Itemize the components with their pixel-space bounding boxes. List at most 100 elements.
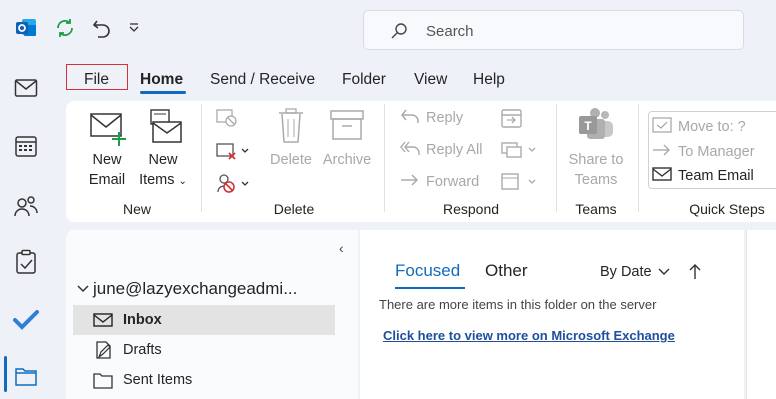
account-name: june@lazyexchangeadmi... <box>93 279 298 298</box>
reply-all-icon <box>400 140 420 160</box>
tab-other[interactable]: Other <box>485 261 528 281</box>
forward-label: Forward <box>426 174 480 190</box>
undo-icon[interactable] <box>89 15 115 41</box>
sync-icon[interactable] <box>52 15 78 41</box>
forward-icon <box>400 172 420 192</box>
folder-drafts[interactable]: Drafts <box>73 335 335 365</box>
drafts-icon <box>93 340 115 360</box>
tab-folder[interactable]: Folder <box>342 70 386 90</box>
team-email-label: Team Email <box>678 168 754 184</box>
teams-icon: T <box>566 108 626 150</box>
ignore-icon[interactable] <box>216 108 238 133</box>
new-items-icon <box>135 108 191 150</box>
outlook-icon[interactable] <box>13 15 39 41</box>
tab-home[interactable]: Home <box>140 70 183 90</box>
to-manager-label: To Manager <box>678 144 755 160</box>
meeting-icon[interactable] <box>500 107 524 134</box>
team-email-icon <box>652 166 672 186</box>
search-box[interactable]: Search <box>363 10 744 50</box>
archive-icon <box>320 108 374 150</box>
reading-pane <box>746 230 776 399</box>
new-email-icon <box>82 108 132 150</box>
tasks-icon[interactable] <box>12 248 40 276</box>
quick-step-move-to[interactable]: Move to: ? <box>652 116 746 138</box>
title-bar: Search <box>0 0 776 62</box>
tab-view[interactable]: View <box>414 70 447 90</box>
chevron-down-icon <box>76 279 90 299</box>
tab-send-receive[interactable]: Send / Receive <box>210 70 315 90</box>
new-email-button[interactable]: New Email <box>82 108 132 190</box>
new-items-button[interactable]: New Items ⌄ <box>135 108 191 192</box>
group-label-respond: Respond <box>442 201 500 217</box>
customize-qat-icon[interactable] <box>125 15 143 41</box>
junk-icon[interactable] <box>216 172 250 199</box>
reply-button[interactable]: Reply <box>400 107 463 129</box>
quick-step-to-manager[interactable]: To Manager <box>652 141 755 163</box>
message-list-pane <box>360 230 744 399</box>
share-label-2: Teams <box>574 172 618 188</box>
account-header[interactable]: june@lazyexchangeadmi... <box>76 279 297 299</box>
cleanup-icon[interactable] <box>216 141 250 166</box>
ribbon-separator <box>384 104 385 212</box>
group-label-quick-steps: Quick Steps <box>689 201 765 217</box>
app-rail <box>0 62 52 399</box>
reply-all-label: Reply All <box>426 142 483 158</box>
delete-button[interactable]: Delete <box>266 108 316 170</box>
archive-label: Archive <box>322 152 372 168</box>
share-to-teams-button[interactable]: T Share to Teams <box>566 108 626 190</box>
folder-label: Drafts <box>123 342 162 358</box>
chevron-down-icon <box>658 264 670 280</box>
group-label-teams: Teams <box>575 201 617 217</box>
tab-file[interactable]: File <box>84 70 109 90</box>
chevron-down-icon: ⌄ <box>178 176 187 187</box>
people-icon[interactable] <box>12 192 40 220</box>
folder-sent-items[interactable]: Sent Items <box>73 365 335 395</box>
new-email-label-2: Email <box>88 172 126 188</box>
folder-label: Sent Items <box>123 372 193 388</box>
im-reply-icon[interactable] <box>500 140 540 165</box>
sort-label: By Date <box>600 264 652 280</box>
todo-icon[interactable] <box>12 306 40 334</box>
new-email-label-1: New <box>92 152 122 168</box>
folder-label: Inbox <box>123 312 162 328</box>
move-to-label: Move to: ? <box>678 119 746 135</box>
server-notice: There are more items in this folder on t… <box>379 297 657 312</box>
reply-label: Reply <box>426 110 464 126</box>
ribbon-separator <box>556 104 557 212</box>
group-label-new: New <box>122 201 151 217</box>
trash-icon <box>266 108 316 150</box>
folders-icon[interactable] <box>12 362 40 390</box>
mail-icon[interactable] <box>12 74 40 102</box>
new-items-label-1: New <box>148 152 178 168</box>
arrow-right-icon <box>652 142 672 162</box>
focused-underline <box>395 287 465 289</box>
server-link[interactable]: Click here to view more on Microsoft Exc… <box>383 328 675 343</box>
rail-active-indicator <box>4 356 7 392</box>
archive-button[interactable]: Archive <box>320 108 374 170</box>
new-items-label-2: Items ⌄ <box>139 172 187 188</box>
active-tab-indicator <box>140 91 186 94</box>
folder-inbox[interactable]: Inbox <box>73 305 335 335</box>
group-label-delete: Delete <box>273 201 315 217</box>
share-label-1: Share to <box>568 152 624 168</box>
move-to-icon <box>652 117 672 137</box>
search-icon <box>390 22 408 45</box>
search-placeholder: Search <box>426 23 474 40</box>
ribbon-separator <box>201 104 202 212</box>
calendar-icon[interactable] <box>12 132 40 160</box>
forward-button[interactable]: Forward <box>400 171 479 193</box>
inbox-icon <box>93 312 115 328</box>
delete-label: Delete <box>270 152 312 168</box>
reply-icon <box>400 108 420 128</box>
tab-help[interactable]: Help <box>473 70 505 90</box>
quick-step-team-email[interactable]: Team Email <box>652 165 754 187</box>
tab-focused[interactable]: Focused <box>395 261 460 281</box>
sent-icon <box>93 371 115 389</box>
ribbon-separator <box>638 104 639 212</box>
sort-dropdown[interactable]: By Date <box>600 264 670 280</box>
reply-all-button[interactable]: Reply All <box>400 139 482 161</box>
collapse-pane-icon[interactable]: ‹ <box>339 240 344 256</box>
sort-direction-icon[interactable] <box>688 262 702 285</box>
svg-text:T: T <box>584 119 592 133</box>
more-respond-icon[interactable] <box>500 172 540 197</box>
